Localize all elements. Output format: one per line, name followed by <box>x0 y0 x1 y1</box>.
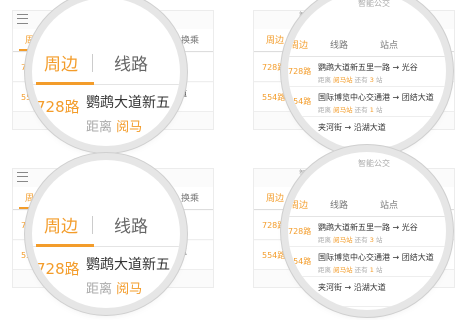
stop-name-text: 国际博览中心交通港 <box>318 253 390 262</box>
route-row[interactable]: 554路 国际博览中心交通港 → 团结大道 距离 阅马站 还有 1 站 <box>288 86 446 117</box>
stop-name: 国际博览中心交通港 → 团结大道 <box>318 253 434 262</box>
hamburger-icon[interactable] <box>17 172 28 182</box>
magnifier-lens: 周边 线路 728路 鹦鹉大道新五 距离 阅马 <box>32 0 180 146</box>
tab-lines[interactable]: 线路 <box>330 198 348 211</box>
tab-stops[interactable]: 站点 <box>380 198 398 211</box>
route-row[interactable]: 夹河街 → 沿湖大道 <box>288 116 446 147</box>
route-number: 728路 <box>36 98 80 116</box>
tab-lines[interactable]: 线路 <box>114 50 148 75</box>
stop-unit: 站 <box>375 106 383 114</box>
station-name: 阅马站 <box>333 236 353 244</box>
route-destination: 团结大道 <box>401 253 434 262</box>
stop-name: 国际博览中心交通港 → 团结大道 <box>318 93 434 102</box>
stop-name-text: 鹦鹉大道新五里一路 <box>318 223 390 232</box>
stop-name-text: 夹河街 <box>318 123 342 132</box>
remaining-label: 还有 <box>354 236 368 244</box>
stop-unit: 站 <box>375 236 383 244</box>
app-title: 智能公交 <box>358 0 390 8</box>
magnifier-lens: 智能公交 周边 线路 站点 728路 鹦鹉大道新五里一路 → 光谷 距离 阅马站… <box>288 152 446 310</box>
lens-tab-bar: 周边 线路 站点 <box>288 34 446 57</box>
lens-tab-bar: 周边 线路 <box>32 202 180 247</box>
tab-nearby[interactable]: 周边 <box>290 38 308 51</box>
lens-tab-bar: 周边 线路 <box>32 40 180 85</box>
tab-nearby[interactable]: 周边 <box>290 198 308 211</box>
magnifier-lens: 智能公交 周边 线路 站点 728路 鹦鹉大道新五里一路 → 光谷 距离 阅马站… <box>288 0 446 150</box>
station-name: 阅马 <box>116 120 143 135</box>
station-name: 阅马 <box>116 282 143 297</box>
app-title: 智能公交 <box>358 159 390 168</box>
distance-info: 距离 阅马站 还有 3 站 <box>318 74 382 84</box>
distance-info: 距离 阅马 <box>86 116 142 135</box>
route-destination: 沿湖大道 <box>353 283 386 292</box>
stop-count: 1 <box>369 106 374 114</box>
distance-info: 距离 阅马站 还有 3 站 <box>318 234 382 244</box>
distance-label: 距离 <box>318 266 331 274</box>
route-number: 554路 <box>262 93 286 102</box>
stop-name: 鹦鹉大道新五 <box>86 95 170 111</box>
station-name: 阅马站 <box>333 266 353 274</box>
stop-name: 夹河街 → 沿湖大道 <box>318 283 386 292</box>
route-row[interactable]: 728路 鹦鹉大道新五里一路 → 光谷 距离 阅马站 还有 3 站 <box>288 216 446 247</box>
remaining-label: 还有 <box>354 76 368 84</box>
route-number: 728路 <box>288 227 312 236</box>
tab-transfer[interactable]: 换乘 <box>181 191 199 204</box>
route-destination: 团结大道 <box>401 93 434 102</box>
route-number: 554路 <box>262 251 286 260</box>
distance-label: 距离 <box>318 236 331 244</box>
remaining-label: 还有 <box>354 106 368 114</box>
stop-name-text: 夹河街 <box>318 283 342 292</box>
active-tab-indicator <box>36 82 94 85</box>
route-number: 554路 <box>288 257 312 266</box>
stop-name: 夹河街 → 沿湖大道 <box>318 123 386 132</box>
route-number: 728路 <box>262 63 286 72</box>
distance-info: 距离 阅马站 还有 1 站 <box>318 104 382 114</box>
stop-name-text: 国际博览中心交通港 <box>318 93 390 102</box>
station-name: 阅马站 <box>333 76 353 84</box>
tab-nearby[interactable]: 周边 <box>44 212 78 237</box>
stop-name: 鹦鹉大道新五里一路 → 光谷 <box>318 63 418 72</box>
distance-label: 距离 <box>318 76 331 84</box>
lens-tab-bar: 周边 线路 站点 <box>288 194 446 217</box>
station-name: 阅马站 <box>333 106 353 114</box>
distance-label: 距离 <box>86 282 113 297</box>
tab-divider <box>92 216 93 234</box>
route-number: 728路 <box>36 260 80 278</box>
route-destination: 光谷 <box>401 223 418 232</box>
distance-info: 距离 阅马站 还有 1 站 <box>318 264 382 274</box>
route-number: 728路 <box>262 221 286 230</box>
stop-unit: 站 <box>375 266 383 274</box>
tab-nearby[interactable]: 周边 <box>266 33 284 46</box>
distance-info: 距离 阅马 <box>86 278 142 297</box>
tab-stops[interactable]: 站点 <box>380 38 398 51</box>
stop-count: 3 <box>369 236 374 244</box>
tab-transfer[interactable]: 换乘 <box>181 33 199 46</box>
route-row[interactable]: 554路 国际博览中心交通港 → 团结大道 距离 阅马站 还有 1 站 <box>288 246 446 277</box>
hamburger-icon[interactable] <box>17 14 28 24</box>
tab-divider <box>92 54 93 72</box>
stop-name: 鹦鹉大道新五 <box>86 257 170 273</box>
route-destination: 沿湖大道 <box>353 123 386 132</box>
stop-count: 1 <box>369 266 374 274</box>
tab-nearby[interactable]: 周边 <box>266 191 284 204</box>
route-row[interactable]: 728路 鹦鹉大道新五里一路 → 光谷 距离 阅马站 还有 3 站 <box>288 56 446 87</box>
stop-name-text: 鹦鹉大道新五里一路 <box>318 63 390 72</box>
tab-nearby[interactable]: 周边 <box>44 50 78 75</box>
magnifier-lens: 周边 线路 728路 鹦鹉大道新五 距离 阅马 <box>32 160 180 308</box>
tab-lines[interactable]: 线路 <box>114 212 148 237</box>
route-destination: 光谷 <box>401 63 418 72</box>
route-row[interactable]: 夹河街 → 沿湖大道 <box>288 276 446 307</box>
stop-count: 3 <box>369 76 374 84</box>
route-number: 728路 <box>288 67 312 76</box>
route-number: 554路 <box>288 97 312 106</box>
distance-label: 距离 <box>86 120 113 135</box>
stop-name: 鹦鹉大道新五里一路 → 光谷 <box>318 223 418 232</box>
distance-label: 距离 <box>318 106 331 114</box>
remaining-label: 还有 <box>354 266 368 274</box>
tab-lines[interactable]: 线路 <box>330 38 348 51</box>
active-tab-indicator <box>36 244 94 247</box>
stop-unit: 站 <box>375 76 383 84</box>
